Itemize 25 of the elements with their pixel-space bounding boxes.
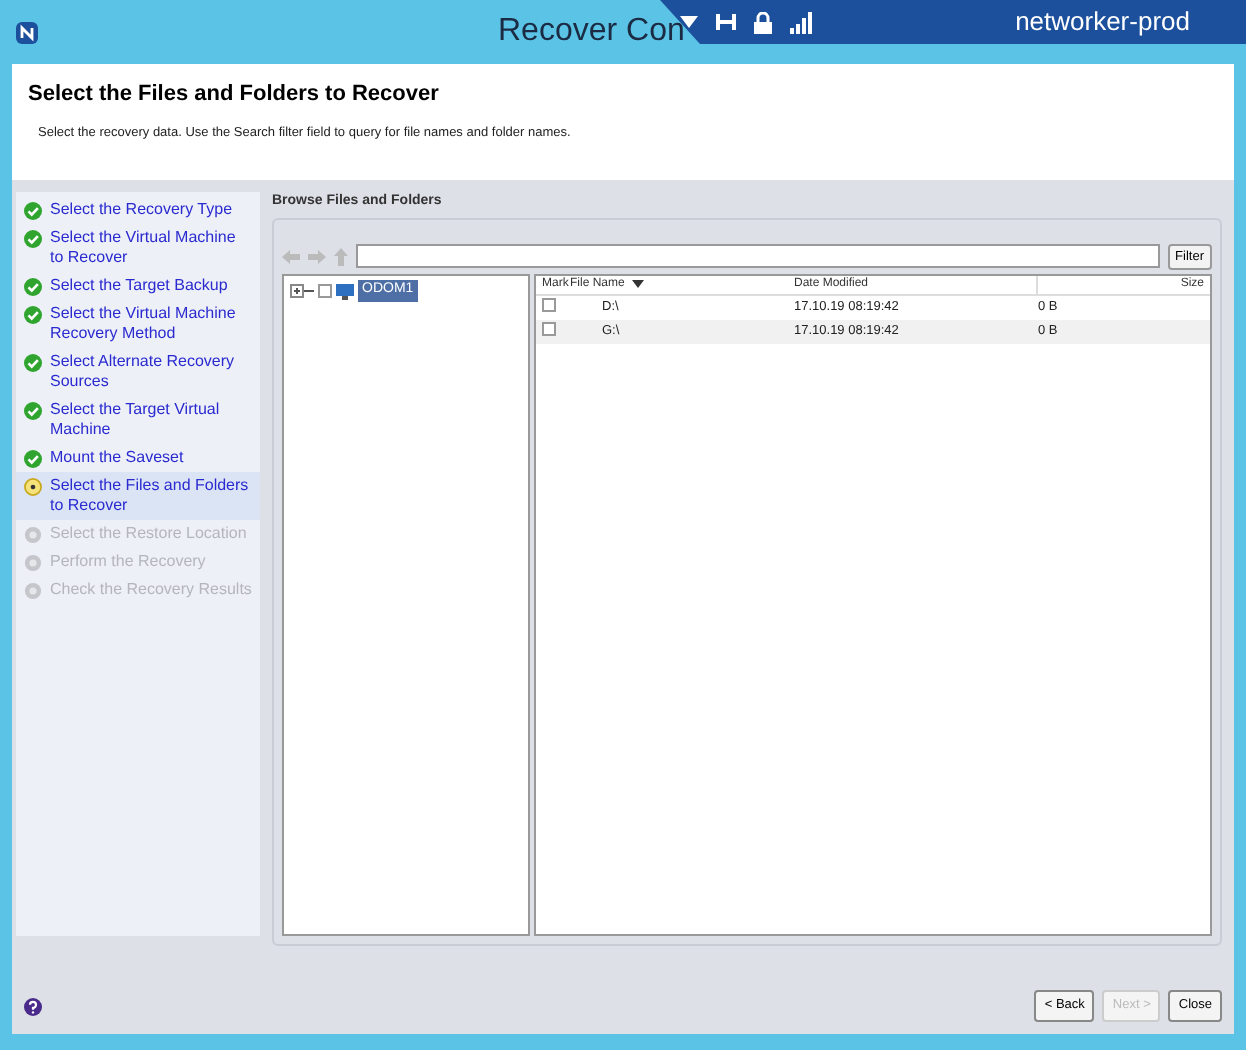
signal-icon bbox=[790, 11, 814, 33]
wizard-step[interactable]: Select the Virtual Machine to Recover bbox=[50, 228, 252, 268]
wizard-step[interactable]: Select Alternate Recovery Sources bbox=[50, 352, 252, 392]
checkbox[interactable] bbox=[542, 321, 556, 336]
checkbox[interactable] bbox=[318, 284, 332, 298]
checkbox[interactable] bbox=[542, 297, 556, 312]
expand-icon[interactable] bbox=[290, 284, 314, 298]
wizard-step[interactable]: Select the Target Backup bbox=[50, 276, 228, 296]
host-name: networker-prod bbox=[1015, 4, 1190, 41]
help-icon[interactable] bbox=[24, 997, 42, 1015]
app-icon bbox=[16, 21, 38, 43]
up-arrow-icon[interactable] bbox=[334, 247, 348, 266]
computer-icon bbox=[336, 283, 354, 299]
page-title: Select the Files and Folders to Recover bbox=[28, 80, 441, 110]
forward-arrow-icon[interactable] bbox=[308, 249, 326, 264]
wizard-step[interactable]: Select the Virtual Machine Recovery Method bbox=[50, 304, 252, 344]
wizard-step[interactable]: Mount the Saveset bbox=[50, 448, 184, 468]
search-field[interactable] bbox=[356, 244, 1160, 269]
window-title: Recover Con bbox=[498, 12, 685, 52]
wizard-step[interactable]: Select the Recovery Type bbox=[50, 200, 233, 220]
dropdown-icon[interactable] bbox=[680, 16, 698, 28]
back-arrow-icon[interactable] bbox=[282, 249, 300, 264]
lock-icon bbox=[754, 11, 772, 33]
sort-icon[interactable] bbox=[632, 279, 645, 288]
wizard-step[interactable]: Select the Target Virtual Machine bbox=[50, 400, 252, 440]
